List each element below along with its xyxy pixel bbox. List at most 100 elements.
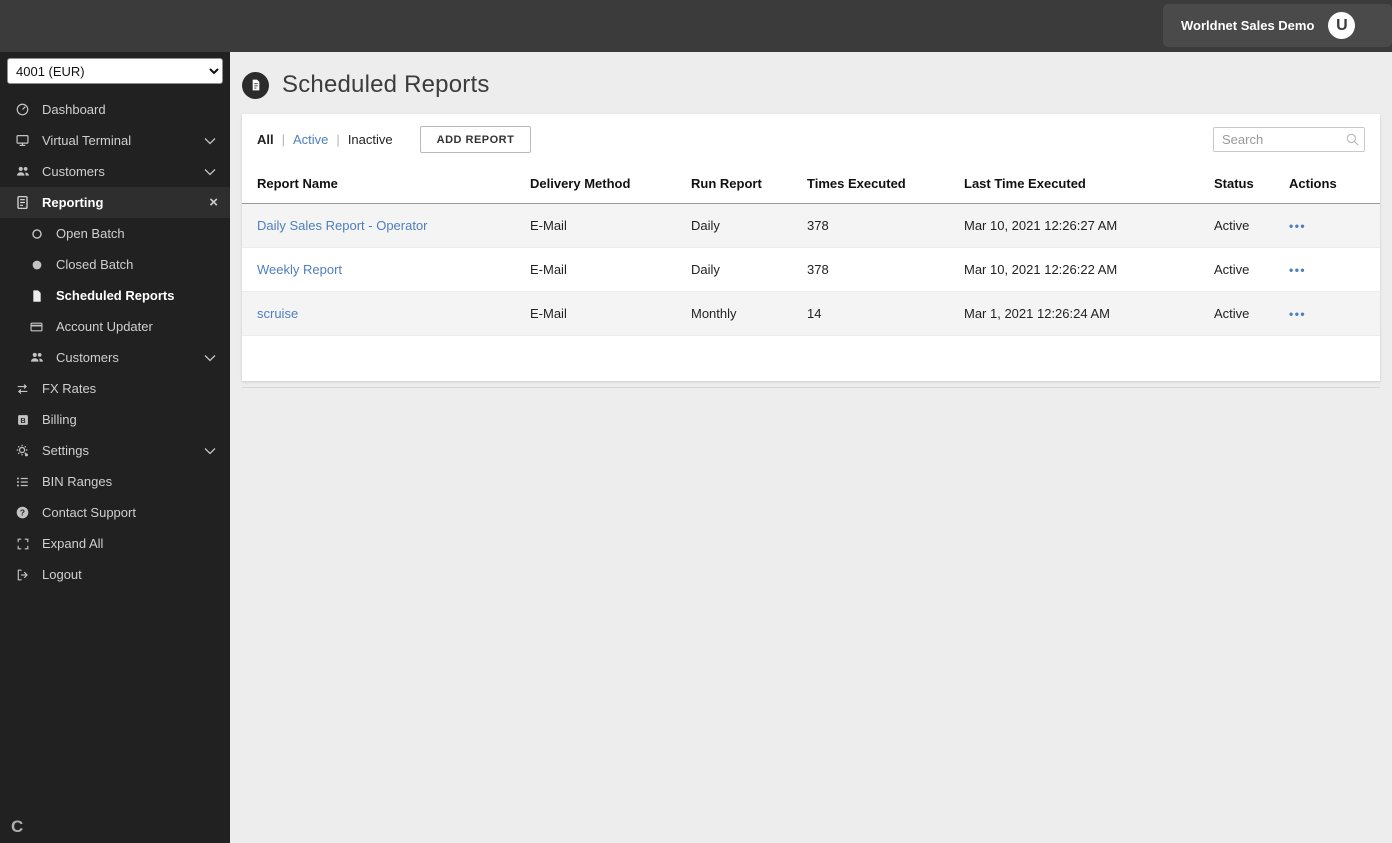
add-report-button[interactable]: ADD REPORT xyxy=(419,126,532,153)
billing-icon: B xyxy=(14,412,31,428)
cell-last-time-executed: Mar 10, 2021 12:26:27 AM xyxy=(964,218,1118,233)
credit-card-icon xyxy=(28,319,45,335)
chevron-down-icon xyxy=(202,352,218,364)
sidebar-item-label: Virtual Terminal xyxy=(42,133,132,148)
circle-filled-icon xyxy=(28,257,45,273)
list-icon xyxy=(14,474,31,490)
dashboard-icon xyxy=(14,102,31,118)
terminal-icon xyxy=(14,133,31,149)
sidebar-item-bin-ranges[interactable]: BIN Ranges xyxy=(0,466,230,497)
cell-times-executed: 378 xyxy=(807,218,829,233)
sidebar-item-label: Expand All xyxy=(42,536,104,551)
cell-run-report: Monthly xyxy=(691,306,737,321)
sidebar-item-expand-all[interactable]: Expand All xyxy=(0,528,230,559)
sidebar-item-label: Settings xyxy=(42,443,89,458)
table-header-row: Report Name Delivery Method Run Report T… xyxy=(242,163,1380,204)
report-name-link[interactable]: Daily Sales Report - Operator xyxy=(257,218,428,233)
sidebar: 4001 (EUR) Dashboard Virtual Terminal Cu… xyxy=(0,52,230,843)
column-header-last-time-executed: Last Time Executed xyxy=(964,163,1214,204)
chevron-down-icon xyxy=(202,135,218,147)
column-header-run-report: Run Report xyxy=(691,163,807,204)
help-icon: ? xyxy=(14,505,31,521)
document-icon xyxy=(28,288,45,304)
svg-text:?: ? xyxy=(20,508,25,518)
search-box xyxy=(1213,127,1365,152)
topbar: Worldnet Sales Demo U xyxy=(0,0,1392,52)
panel-divider xyxy=(242,387,1380,388)
table-row: Weekly Report E-Mail Daily 378 Mar 10, 2… xyxy=(242,248,1380,292)
user-box[interactable]: Worldnet Sales Demo U xyxy=(1163,4,1392,47)
filter-all[interactable]: All xyxy=(257,132,274,147)
report-icon xyxy=(14,195,31,211)
report-name-link[interactable]: Weekly Report xyxy=(257,262,342,277)
sidebar-item-open-batch[interactable]: Open Batch xyxy=(0,218,230,249)
sidebar-item-customers-sub[interactable]: Customers xyxy=(0,342,230,373)
exchange-icon xyxy=(14,381,31,397)
cell-status: Active xyxy=(1214,262,1250,277)
filter-separator: | xyxy=(281,132,286,147)
sidebar-item-label: Logout xyxy=(42,567,82,582)
cell-delivery-method: E-Mail xyxy=(530,262,567,277)
filter-active[interactable]: Active xyxy=(293,132,328,147)
sidebar-item-contact-support[interactable]: ? Contact Support xyxy=(0,497,230,528)
sidebar-item-billing[interactable]: B Billing xyxy=(0,404,230,435)
sidebar-item-scheduled-reports[interactable]: Scheduled Reports xyxy=(0,280,230,311)
search-input[interactable] xyxy=(1213,127,1365,152)
expand-icon xyxy=(14,536,31,552)
filter-inactive[interactable]: Inactive xyxy=(348,132,393,147)
cell-status: Active xyxy=(1214,306,1250,321)
panel-footer-spacer xyxy=(242,336,1380,381)
sidebar-item-settings[interactable]: Settings xyxy=(0,435,230,466)
page-title: Scheduled Reports xyxy=(282,71,490,98)
users-icon xyxy=(14,164,31,180)
cell-run-report: Daily xyxy=(691,218,720,233)
sidebar-item-label: Dashboard xyxy=(42,102,106,117)
sidebar-item-closed-batch[interactable]: Closed Batch xyxy=(0,249,230,280)
sidebar-item-label: Closed Batch xyxy=(56,257,134,272)
avatar: U xyxy=(1328,12,1356,39)
report-name-link[interactable]: scruise xyxy=(257,306,298,321)
sidebar-item-label: Open Batch xyxy=(56,226,125,241)
reports-toolbar: All | Active | Inactive ADD REPORT xyxy=(242,114,1380,163)
sidebar-item-account-updater[interactable]: Account Updater xyxy=(0,311,230,342)
chevron-down-icon xyxy=(202,166,218,178)
chevron-down-icon xyxy=(202,445,218,457)
users-icon xyxy=(28,350,45,366)
sidebar-item-label: BIN Ranges xyxy=(42,474,113,489)
reports-table: Report Name Delivery Method Run Report T… xyxy=(242,163,1380,336)
brand-logo-c: C xyxy=(11,817,24,836)
column-header-status: Status xyxy=(1214,163,1289,204)
sidebar-item-label: Scheduled Reports xyxy=(56,288,175,303)
row-actions-ellipsis-icon[interactable]: ••• xyxy=(1289,219,1306,233)
sidebar-item-label: Reporting xyxy=(42,195,104,210)
svg-text:B: B xyxy=(20,415,26,424)
page-document-icon xyxy=(242,71,269,99)
sidebar-item-customers[interactable]: Customers xyxy=(0,156,230,187)
column-header-times-executed: Times Executed xyxy=(807,163,964,204)
cell-status: Active xyxy=(1214,218,1250,233)
sidebar-item-fx-rates[interactable]: FX Rates xyxy=(0,373,230,404)
sidebar-item-logout[interactable]: Logout xyxy=(0,559,230,590)
gear-icon xyxy=(14,443,31,459)
column-header-actions: Actions xyxy=(1289,163,1380,204)
cell-delivery-method: E-Mail xyxy=(530,306,567,321)
cell-times-executed: 14 xyxy=(807,306,822,321)
column-header-delivery-method: Delivery Method xyxy=(530,163,691,204)
terminal-select[interactable]: 4001 (EUR) xyxy=(7,58,223,84)
sidebar-item-reporting[interactable]: Reporting × xyxy=(0,187,230,218)
row-actions-ellipsis-icon[interactable]: ••• xyxy=(1289,307,1306,321)
cell-run-report: Daily xyxy=(691,262,720,277)
circle-outline-icon xyxy=(28,226,45,242)
close-icon[interactable]: × xyxy=(209,195,218,210)
sidebar-item-virtual-terminal[interactable]: Virtual Terminal xyxy=(0,125,230,156)
logout-icon xyxy=(14,567,31,583)
row-actions-ellipsis-icon[interactable]: ••• xyxy=(1289,263,1306,277)
sidebar-item-label: Billing xyxy=(42,412,77,427)
sidebar-item-label: Account Updater xyxy=(56,319,153,334)
cell-last-time-executed: Mar 1, 2021 12:26:24 AM xyxy=(964,306,1110,321)
sidebar-item-label: Contact Support xyxy=(42,505,136,520)
cell-delivery-method: E-Mail xyxy=(530,218,567,233)
cell-last-time-executed: Mar 10, 2021 12:26:22 AM xyxy=(964,262,1118,277)
cell-times-executed: 378 xyxy=(807,262,829,277)
sidebar-item-dashboard[interactable]: Dashboard xyxy=(0,94,230,125)
